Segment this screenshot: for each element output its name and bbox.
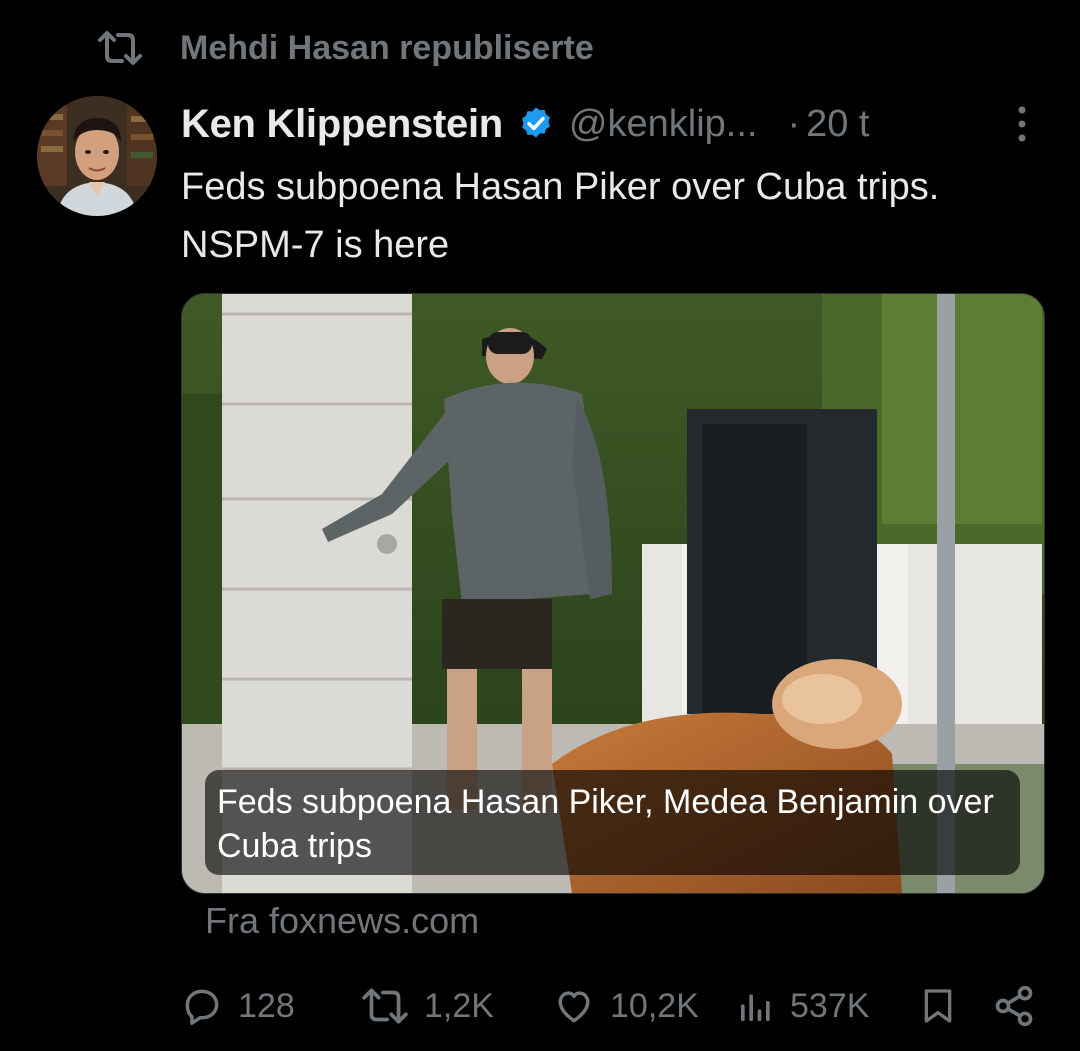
reply-count: 128: [238, 986, 295, 1025]
like-icon: [552, 984, 596, 1028]
views-icon: [736, 984, 776, 1028]
reply-icon: [180, 984, 224, 1028]
author-name[interactable]: Ken Klippenstein: [181, 102, 503, 147]
tweet-header: Ken Klippenstein @kenklip... · 20 t: [181, 96, 1041, 152]
like-count: 10,2K: [610, 986, 699, 1025]
like-button[interactable]: 10,2K: [552, 980, 699, 1032]
tweet-text: Feds subpoena Hasan Piker over Cuba trip…: [181, 166, 940, 266]
share-button[interactable]: [992, 980, 1036, 1032]
bookmark-button[interactable]: [918, 980, 958, 1032]
more-icon[interactable]: [1012, 104, 1032, 144]
repost-button[interactable]: 1,2K: [360, 980, 494, 1032]
timestamp[interactable]: 20 t: [806, 103, 869, 146]
verified-badge-icon: [517, 105, 555, 143]
repost-label: Mehdi Hasan republiserte: [180, 28, 594, 67]
views-button[interactable]: 537K: [736, 980, 869, 1032]
separator-dot: ·: [787, 102, 801, 145]
bookmark-icon: [918, 983, 958, 1029]
card-caption[interactable]: Feds subpoena Hasan Piker, Medea Benjami…: [205, 770, 1020, 875]
repost-icon: [96, 28, 144, 68]
repost-indicator[interactable]: Mehdi Hasan republiserte: [96, 26, 594, 70]
reply-button[interactable]: 128: [180, 980, 295, 1032]
author-handle[interactable]: @kenklip...: [569, 103, 758, 146]
repost-icon: [360, 986, 410, 1026]
views-count: 537K: [790, 986, 870, 1025]
share-icon: [992, 984, 1036, 1028]
repost-count: 1,2K: [424, 986, 494, 1025]
action-bar: 128 1,2K 10,2K 537K: [180, 980, 1040, 1032]
card-source[interactable]: Fra foxnews.com: [205, 900, 479, 942]
avatar[interactable]: [37, 96, 157, 216]
